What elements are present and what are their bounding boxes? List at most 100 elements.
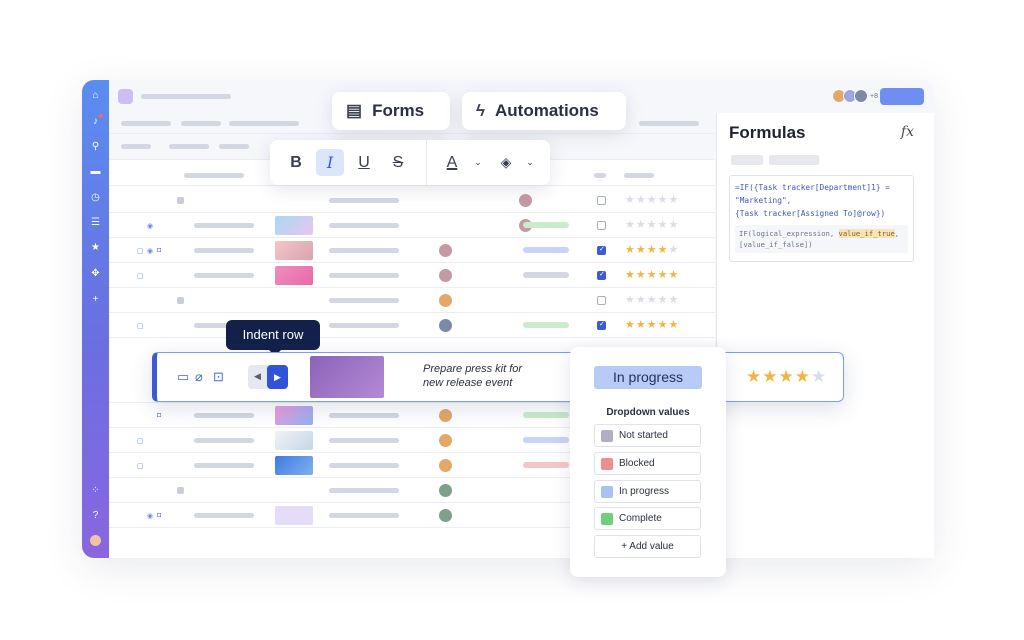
launcher-grid-icon[interactable]: ⁘ xyxy=(90,485,101,496)
toolbar-placeholder[interactable] xyxy=(121,121,171,126)
star-empty-icon[interactable]: ★ xyxy=(669,294,680,306)
rating-stars-1[interactable]: ★★★★★ xyxy=(625,219,679,231)
task-name-cell[interactable]: Prepare press kit for new release event xyxy=(423,362,522,390)
folder-icon[interactable]: ▬ xyxy=(90,166,101,177)
star-empty-icon[interactable]: ★ xyxy=(658,294,669,306)
dropdown-option-not-started[interactable]: Not started xyxy=(594,424,701,447)
product-thumbnail[interactable] xyxy=(275,241,313,260)
contacts-icon[interactable]: ☰ xyxy=(90,217,101,228)
star-filled-icon[interactable]: ★ xyxy=(636,319,647,331)
star-empty-icon[interactable]: ★ xyxy=(625,194,636,206)
row-checkbox-1[interactable] xyxy=(597,221,606,230)
product-image[interactable] xyxy=(310,356,384,398)
star-filled-icon[interactable]: ★ xyxy=(795,367,811,386)
product-thumbnail[interactable] xyxy=(275,216,313,235)
star-empty-icon[interactable]: ★ xyxy=(647,219,658,231)
status-pill[interactable] xyxy=(523,272,569,278)
star-filled-icon[interactable]: ★ xyxy=(636,244,647,256)
strikethrough-button[interactable]: S xyxy=(384,149,412,176)
row-checkbox-0[interactable] xyxy=(597,196,606,205)
table-row[interactable]: ▢ ★★★★★ xyxy=(109,263,715,288)
star-empty-icon[interactable]: ★ xyxy=(636,219,647,231)
product-thumbnail[interactable] xyxy=(275,506,313,525)
star-empty-icon[interactable]: ★ xyxy=(647,294,658,306)
toolbar-placeholder[interactable] xyxy=(219,144,249,149)
product-thumbnail[interactable] xyxy=(275,406,313,425)
indent-arrow-icon[interactable]: ▶ xyxy=(267,365,288,389)
star-filled-icon[interactable]: ★ xyxy=(746,367,762,386)
status-pill[interactable] xyxy=(523,322,569,328)
row-checkbox-2[interactable] xyxy=(597,245,606,255)
status-pill[interactable] xyxy=(523,247,569,253)
star-filled-icon[interactable]: ★ xyxy=(625,269,636,281)
expand-toggle[interactable] xyxy=(177,197,184,204)
favorites-icon[interactable]: ★ xyxy=(90,242,101,253)
star-filled-icon[interactable]: ★ xyxy=(669,269,680,281)
dropdown-option-blocked[interactable]: Blocked xyxy=(594,452,701,475)
apps-icon[interactable]: ✥ xyxy=(90,268,101,279)
bold-button[interactable]: B xyxy=(282,149,310,176)
attachment-icon[interactable]: ⌀ xyxy=(195,369,203,385)
highlighted-row[interactable]: ▭ ⌀ ⊡ ◀ ▶ Prepare press kit for new rele… xyxy=(152,352,844,402)
star-filled-icon[interactable]: ★ xyxy=(658,319,669,331)
star-empty-icon[interactable]: ★ xyxy=(636,194,647,206)
collaborator-avatars[interactable]: +8 xyxy=(832,89,878,103)
add-value-button[interactable]: + Add value xyxy=(594,535,701,558)
comment-icon[interactable]: ▭ xyxy=(177,369,189,385)
rating-stars-0[interactable]: ★★★★★ xyxy=(625,194,679,206)
star-filled-icon[interactable]: ★ xyxy=(647,244,658,256)
automations-tab[interactable]: ϟ Automations xyxy=(462,92,626,130)
status-pill[interactable] xyxy=(523,437,569,443)
outdent-arrow-icon[interactable]: ◀ xyxy=(254,371,261,382)
add-icon[interactable]: + xyxy=(90,294,101,305)
chevron-down-icon[interactable]: ⌄ xyxy=(464,149,492,176)
star-filled-icon[interactable]: ★ xyxy=(647,319,658,331)
star-empty-icon[interactable]: ★ xyxy=(636,294,647,306)
table-row[interactable]: ▢ ◉ ◘ ★★★★★ xyxy=(109,238,715,263)
dropdown-option-complete[interactable]: Complete xyxy=(594,507,701,530)
row-checkbox-3[interactable] xyxy=(597,270,606,280)
toolbar-placeholder[interactable] xyxy=(181,121,221,126)
product-thumbnail[interactable] xyxy=(275,431,313,450)
user-avatar[interactable] xyxy=(90,535,101,546)
filter-chip[interactable] xyxy=(731,155,763,165)
star-filled-icon[interactable]: ★ xyxy=(658,269,669,281)
star-filled-icon[interactable]: ★ xyxy=(669,319,680,331)
table-row[interactable]: ▢ ★★★★★ xyxy=(109,313,715,338)
star-filled-icon[interactable]: ★ xyxy=(625,244,636,256)
star-filled-icon[interactable]: ★ xyxy=(647,269,658,281)
underline-button[interactable]: U xyxy=(350,149,378,176)
star-empty-icon[interactable]: ★ xyxy=(658,219,669,231)
expand-toggle[interactable] xyxy=(177,297,184,304)
table-row[interactable]: ★★★★★ xyxy=(109,288,715,313)
status-pill[interactable] xyxy=(523,412,569,418)
rating-stars-3[interactable]: ★★★★★ xyxy=(625,269,679,281)
table-row[interactable]: ★★★★★ xyxy=(109,188,715,213)
star-empty-icon[interactable]: ★ xyxy=(669,194,680,206)
status-pill[interactable] xyxy=(523,462,569,468)
table-row[interactable]: ◉ ★★★★★ xyxy=(109,213,715,238)
lock-icon[interactable]: ⊡ xyxy=(213,369,224,385)
notifications-icon[interactable]: ♪ xyxy=(90,114,103,127)
product-thumbnail[interactable] xyxy=(275,266,313,285)
toolbar-placeholder[interactable] xyxy=(169,144,209,149)
dropdown-current-value[interactable]: In progress xyxy=(594,366,702,389)
italic-button[interactable]: I xyxy=(316,149,344,176)
star-empty-icon[interactable]: ★ xyxy=(647,194,658,206)
row-checkbox-4[interactable] xyxy=(597,296,606,305)
dropdown-option-in-progress[interactable]: In progress xyxy=(594,480,701,503)
search-icon[interactable]: ⚲ xyxy=(90,141,101,152)
rating-stars-2[interactable]: ★★★★★ xyxy=(625,244,679,256)
rating-stars-highlighted[interactable]: ★★★★★ xyxy=(746,367,827,387)
rating-stars-4[interactable]: ★★★★★ xyxy=(625,294,679,306)
star-empty-icon[interactable]: ★ xyxy=(669,219,680,231)
toolbar-placeholder[interactable] xyxy=(229,121,299,126)
chevron-down-icon[interactable]: ⌄ xyxy=(516,149,544,176)
star-empty-icon[interactable]: ★ xyxy=(669,244,680,256)
star-filled-icon[interactable]: ★ xyxy=(625,319,636,331)
home-icon[interactable]: ⌂ xyxy=(90,90,101,101)
rating-stars-5[interactable]: ★★★★★ xyxy=(625,319,679,331)
star-filled-icon[interactable]: ★ xyxy=(636,269,647,281)
forms-tab[interactable]: ▤ Forms xyxy=(332,92,450,130)
star-filled-icon[interactable]: ★ xyxy=(762,367,778,386)
